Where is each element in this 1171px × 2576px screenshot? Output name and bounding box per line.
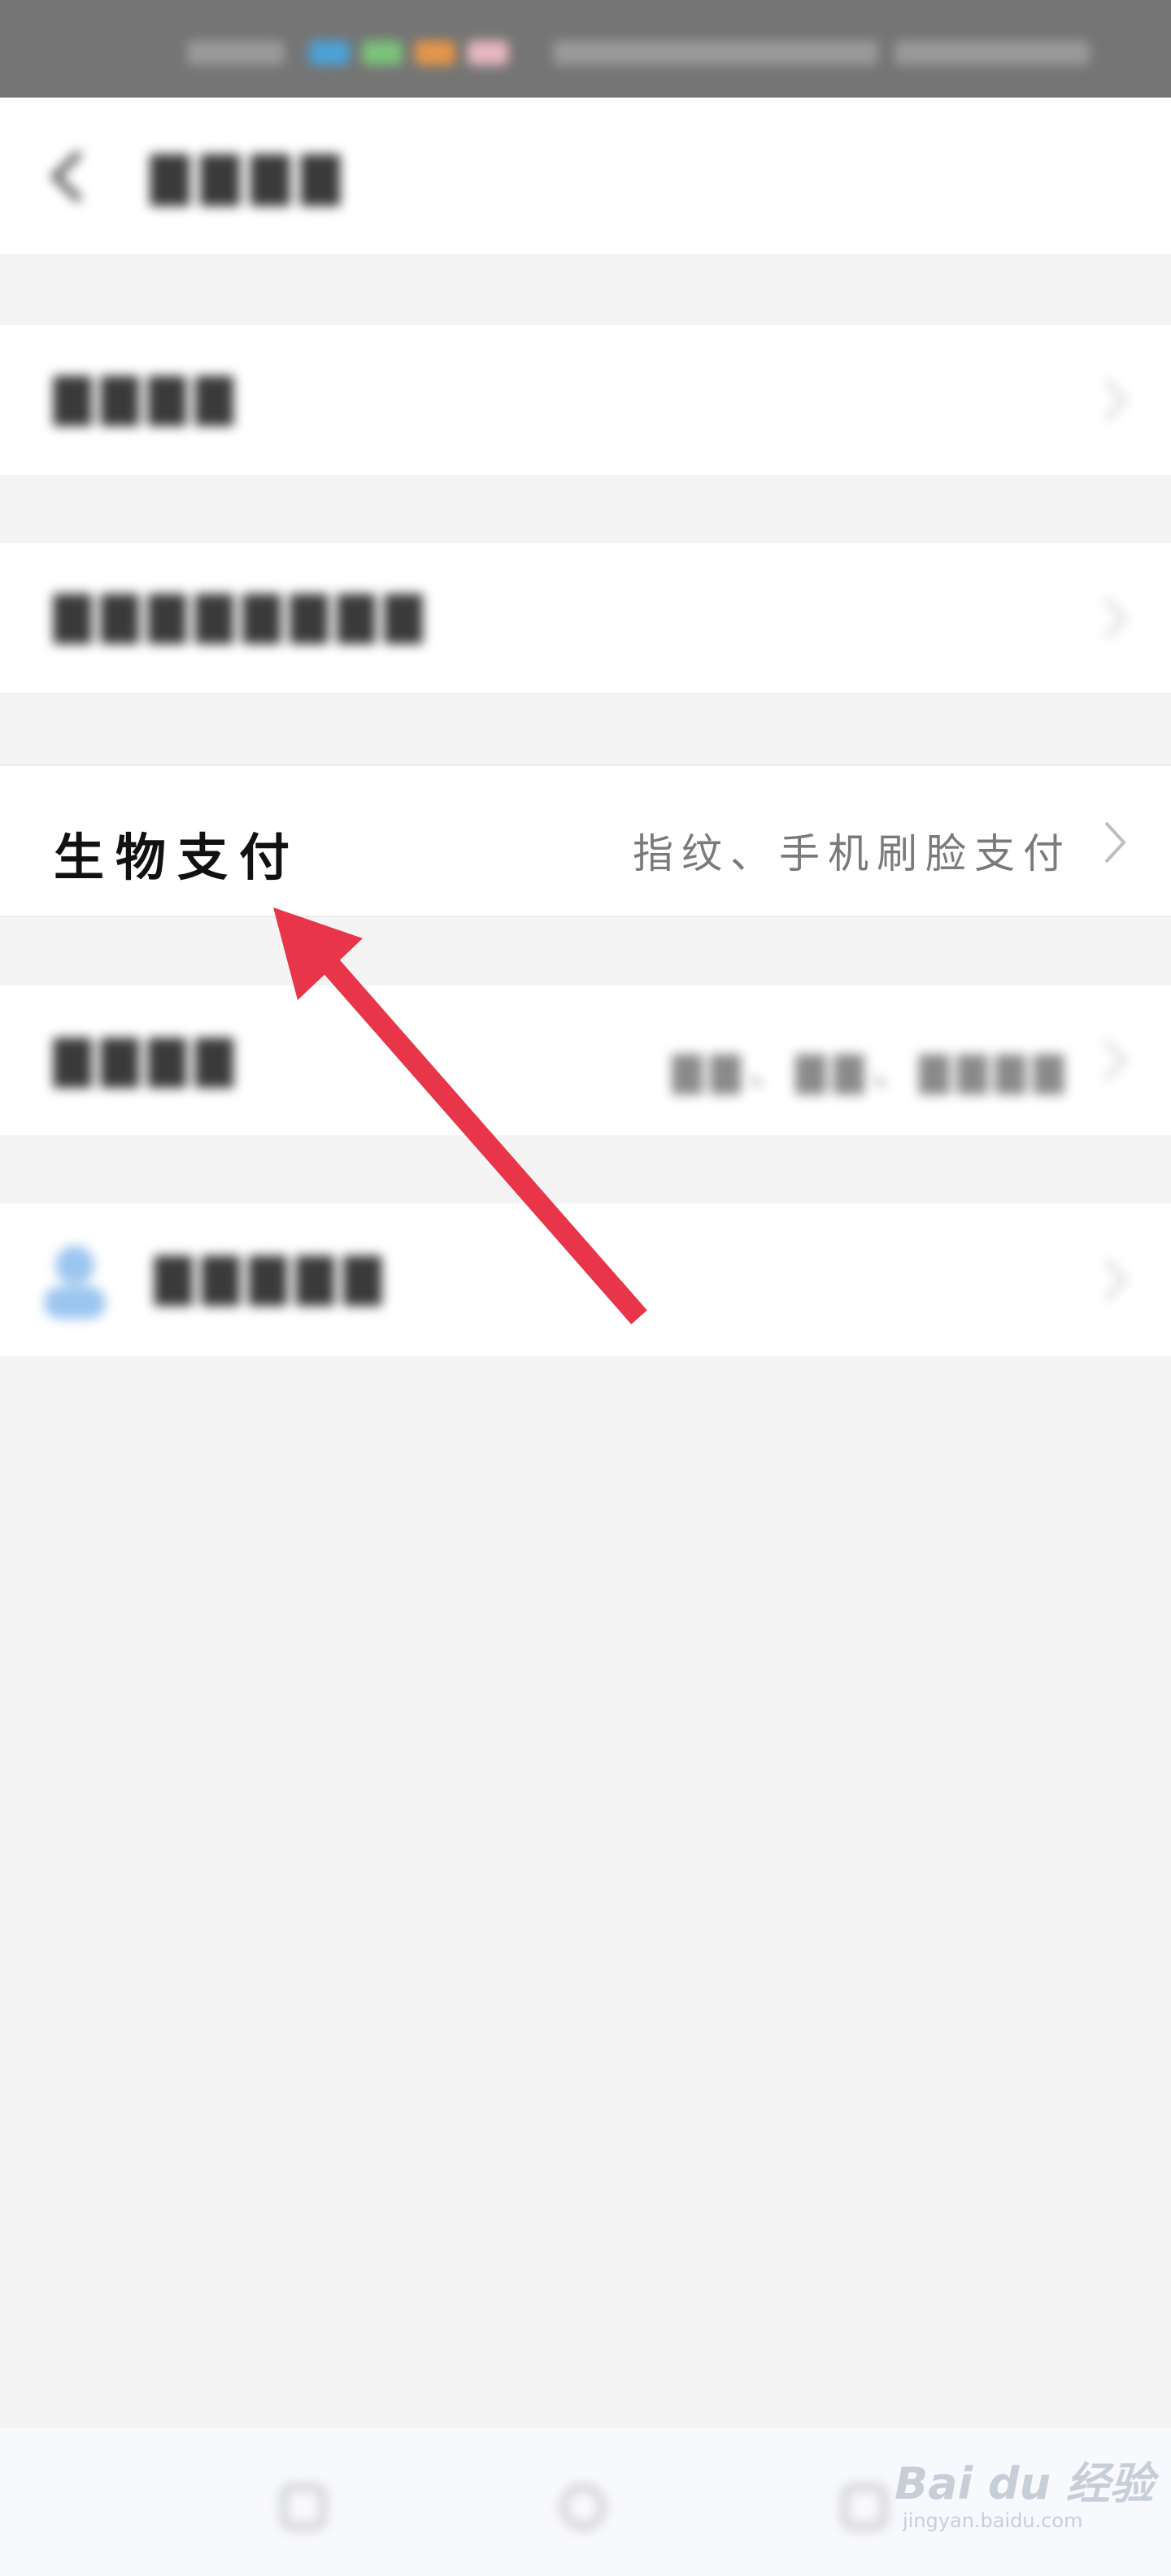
notification-icon [468, 41, 508, 65]
settings-row-biometric-payment[interactable]: 生物支付 指纹、手机刷脸支付 [0, 764, 1171, 917]
notification-icon [309, 41, 350, 65]
page-title: ▇▇▇▇ [150, 146, 351, 206]
settings-row[interactable]: ▇▇▇▇ ▇▇、▇▇、▇▇▇▇ [0, 986, 1171, 1135]
baidu-watermark: Bai du 经验 jingyan.baidu.com [895, 2448, 1154, 2532]
settings-row[interactable]: ▇▇▇▇▇ [0, 1203, 1171, 1356]
row-label: 生物支付 [54, 828, 302, 887]
row-label: ▇▇▇▇▇▇▇▇ [54, 587, 433, 644]
user-icon [44, 1246, 106, 1319]
chevron-right-icon [1104, 1039, 1127, 1081]
home-icon[interactable] [561, 2485, 605, 2529]
back-icon[interactable] [842, 2485, 886, 2529]
settings-row[interactable]: ▇▇▇▇ [0, 325, 1171, 475]
notification-icon [362, 41, 403, 65]
settings-row[interactable]: ▇▇▇▇▇▇▇▇ [0, 543, 1171, 693]
watermark-url: jingyan.baidu.com [903, 2509, 1083, 2532]
row-value: 指纹、手机刷脸支付 [633, 830, 1072, 877]
chevron-right-icon [1104, 597, 1127, 639]
row-label: ▇▇▇▇▇ [155, 1249, 391, 1306]
watermark-brand: Bai du 经验 [895, 2458, 1154, 2509]
chevron-right-icon [1104, 821, 1126, 864]
row-label: ▇▇▇▇ [54, 369, 243, 426]
battery-icon [895, 41, 1090, 65]
chevron-right-icon [1104, 1259, 1127, 1301]
chevron-right-icon [1104, 379, 1127, 421]
menu-icon[interactable] [281, 2485, 325, 2529]
row-label: ▇▇▇▇ [54, 1031, 243, 1088]
notification-icon [415, 41, 455, 65]
status-time [187, 41, 285, 65]
row-value: ▇▇、▇▇、▇▇▇▇ [672, 1049, 1072, 1094]
back-arrow-icon[interactable] [49, 148, 85, 205]
signal-icons [553, 41, 878, 65]
status-bar [0, 0, 1171, 98]
app-header: ▇▇▇▇ [0, 98, 1171, 254]
